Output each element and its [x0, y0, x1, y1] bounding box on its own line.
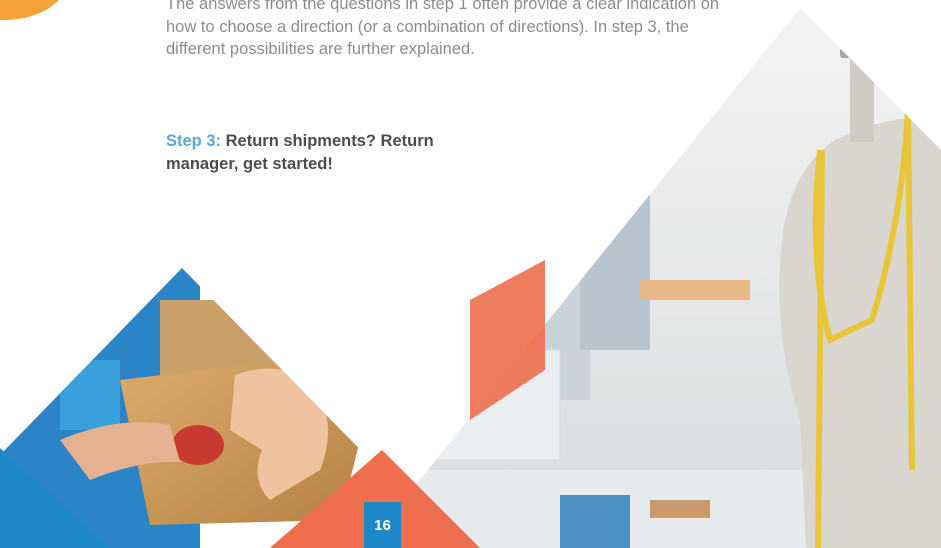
brochure-page: The answers from the questions in step 1… [0, 0, 941, 548]
photo-collage [0, 8, 941, 548]
tailor-studio-photo [365, 8, 941, 548]
page-number: 16 [364, 502, 401, 548]
